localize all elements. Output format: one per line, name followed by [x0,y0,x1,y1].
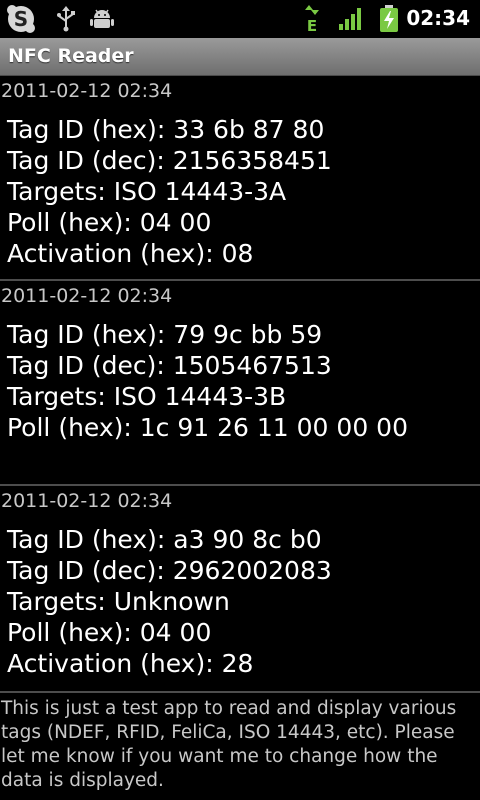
tag-details: Tag ID (hex): 79 9c bb 59 Tag ID (dec): … [7,319,408,443]
tag-id-hex: Tag ID (hex): a3 90 8c b0 [7,525,322,554]
tag-activation: Activation (hex): 08 [7,239,254,268]
tag-details: Tag ID (hex): a3 90 8c b0 Tag ID (dec): … [7,524,332,679]
tag-targets: Targets: ISO 14443-3B [7,382,287,411]
svg-text:E: E [307,17,317,33]
battery-charging-icon [379,5,399,37]
status-clock: 02:34 [406,6,470,30]
tag-activation: Activation (hex): 28 [7,649,254,678]
tag-poll: Poll (hex): 04 00 [7,208,212,237]
skype-icon[interactable]: S [6,4,36,38]
status-bar: S E 02:34 [0,0,480,38]
tag-poll: Poll (hex): 04 00 [7,618,212,647]
tag-targets: Targets: Unknown [7,587,230,616]
usb-icon [55,6,77,36]
edge-data-icon: E [303,5,321,37]
tag-timestamp: 2011-02-12 02:34 [1,285,173,307]
tag-timestamp: 2011-02-12 02:34 [1,490,173,512]
tag-targets: Targets: ISO 14443-3A [7,177,287,206]
signal-icon [338,7,364,35]
android-debug-icon [90,7,114,35]
tag-id-hex: Tag ID (hex): 79 9c bb 59 [7,320,323,349]
tag-id-hex: Tag ID (hex): 33 6b 87 80 [7,115,325,144]
tag-poll: Poll (hex): 1c 91 26 11 00 00 00 [7,413,408,442]
tag-id-dec: Tag ID (dec): 1505467513 [7,351,332,380]
tag-entry[interactable]: 2011-02-12 02:34 Tag ID (hex): a3 90 8c … [0,486,480,693]
title-bar: NFC Reader [0,38,480,76]
tag-details: Tag ID (hex): 33 6b 87 80 Tag ID (dec): … [7,114,332,269]
svg-text:S: S [14,7,28,31]
app-title: NFC Reader [8,45,134,67]
tag-entry[interactable]: 2011-02-12 02:34 Tag ID (hex): 33 6b 87 … [0,76,480,281]
tag-timestamp: 2011-02-12 02:34 [1,80,173,102]
tag-entry[interactable]: 2011-02-12 02:34 Tag ID (hex): 79 9c bb … [0,281,480,486]
tag-id-dec: Tag ID (dec): 2156358451 [7,146,332,175]
tag-list: 2011-02-12 02:34 Tag ID (hex): 33 6b 87 … [0,76,480,693]
footer-note: This is just a test app to read and disp… [1,698,457,791]
tag-id-dec: Tag ID (dec): 2962002083 [7,556,332,585]
